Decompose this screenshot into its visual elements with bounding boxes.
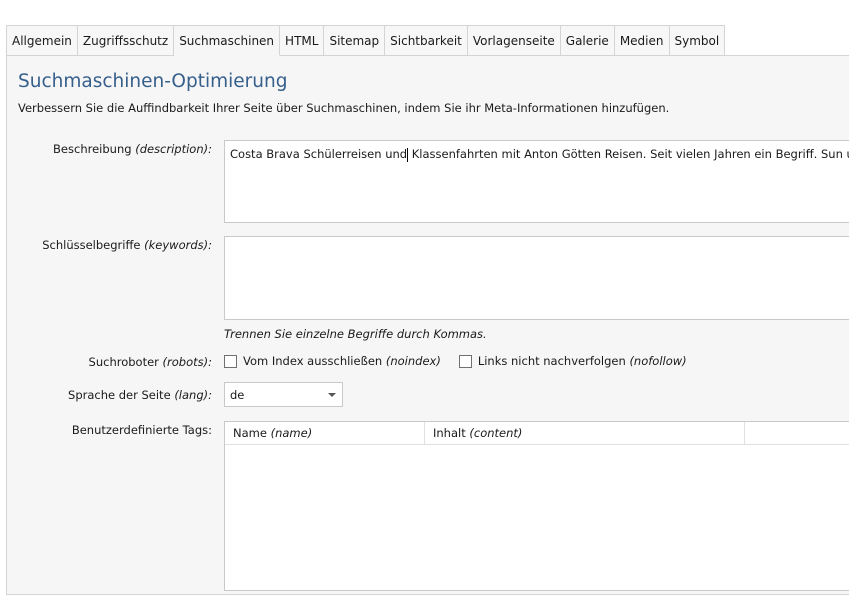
custom-tags-label: Benutzerdefinierte Tags: <box>71 423 212 437</box>
tab-bar: Allgemein Zugriffsschutz Suchmaschinen H… <box>6 25 726 56</box>
nofollow-checkbox[interactable] <box>458 354 472 368</box>
section-title: Suchmaschinen-Optimierung <box>18 71 288 92</box>
noindex-checkbox[interactable] <box>224 354 237 368</box>
tab-galerie[interactable]: Galerie <box>560 25 615 56</box>
tab-symbol[interactable]: Symbol <box>669 25 726 56</box>
keywords-label: Schlüsselbegriffe (keywords): <box>42 238 212 252</box>
tab-sichtbarkeit[interactable]: Sichtbarkeit <box>385 25 468 56</box>
noindex-label: Vom Index ausschließen (noindex) <box>243 354 441 368</box>
column-header-content[interactable]: Inhalt (content) <box>425 422 745 444</box>
tab-medien[interactable]: Medien <box>614 25 670 56</box>
tab-allgemein[interactable]: Allgemein <box>6 25 78 56</box>
column-header-name[interactable]: Name (name) <box>225 422 425 444</box>
column-header-empty <box>745 422 849 444</box>
tab-zugriffsschutz[interactable]: Zugriffsschutz <box>77 25 175 56</box>
robots-options: Vom Index ausschließen (noindex) Links n… <box>224 354 705 368</box>
tab-suchmaschinen[interactable]: Suchmaschinen <box>174 25 281 56</box>
section-subtitle: Verbessern Sie die Auffindbarkeit Ihrer … <box>18 101 670 115</box>
tab-vorlagenseite[interactable]: Vorlagenseite <box>467 25 561 56</box>
lang-value: de <box>230 387 245 402</box>
tab-html[interactable]: HTML <box>280 25 325 56</box>
chevron-down-icon <box>328 393 336 397</box>
robots-label: Suchroboter (robots): <box>88 355 212 369</box>
table-header: Name (name) Inhalt (content) <box>225 422 849 445</box>
description-label: Beschreibung (description): <box>53 142 212 156</box>
lang-select[interactable]: de <box>224 382 343 407</box>
description-field[interactable]: Costa Brava Schülerreisen und Klassenfah… <box>224 140 849 223</box>
custom-tags-table[interactable]: Name (name) Inhalt (content) <box>224 421 849 591</box>
nofollow-label: Links nicht nachverfolgen (nofollow) <box>477 354 687 368</box>
keywords-hint: Trennen Sie einzelne Begriffe durch Komm… <box>224 327 487 341</box>
lang-label: Sprache der Seite (lang): <box>68 388 212 402</box>
keywords-field[interactable] <box>224 236 849 320</box>
tab-sitemap[interactable]: Sitemap <box>324 25 386 56</box>
